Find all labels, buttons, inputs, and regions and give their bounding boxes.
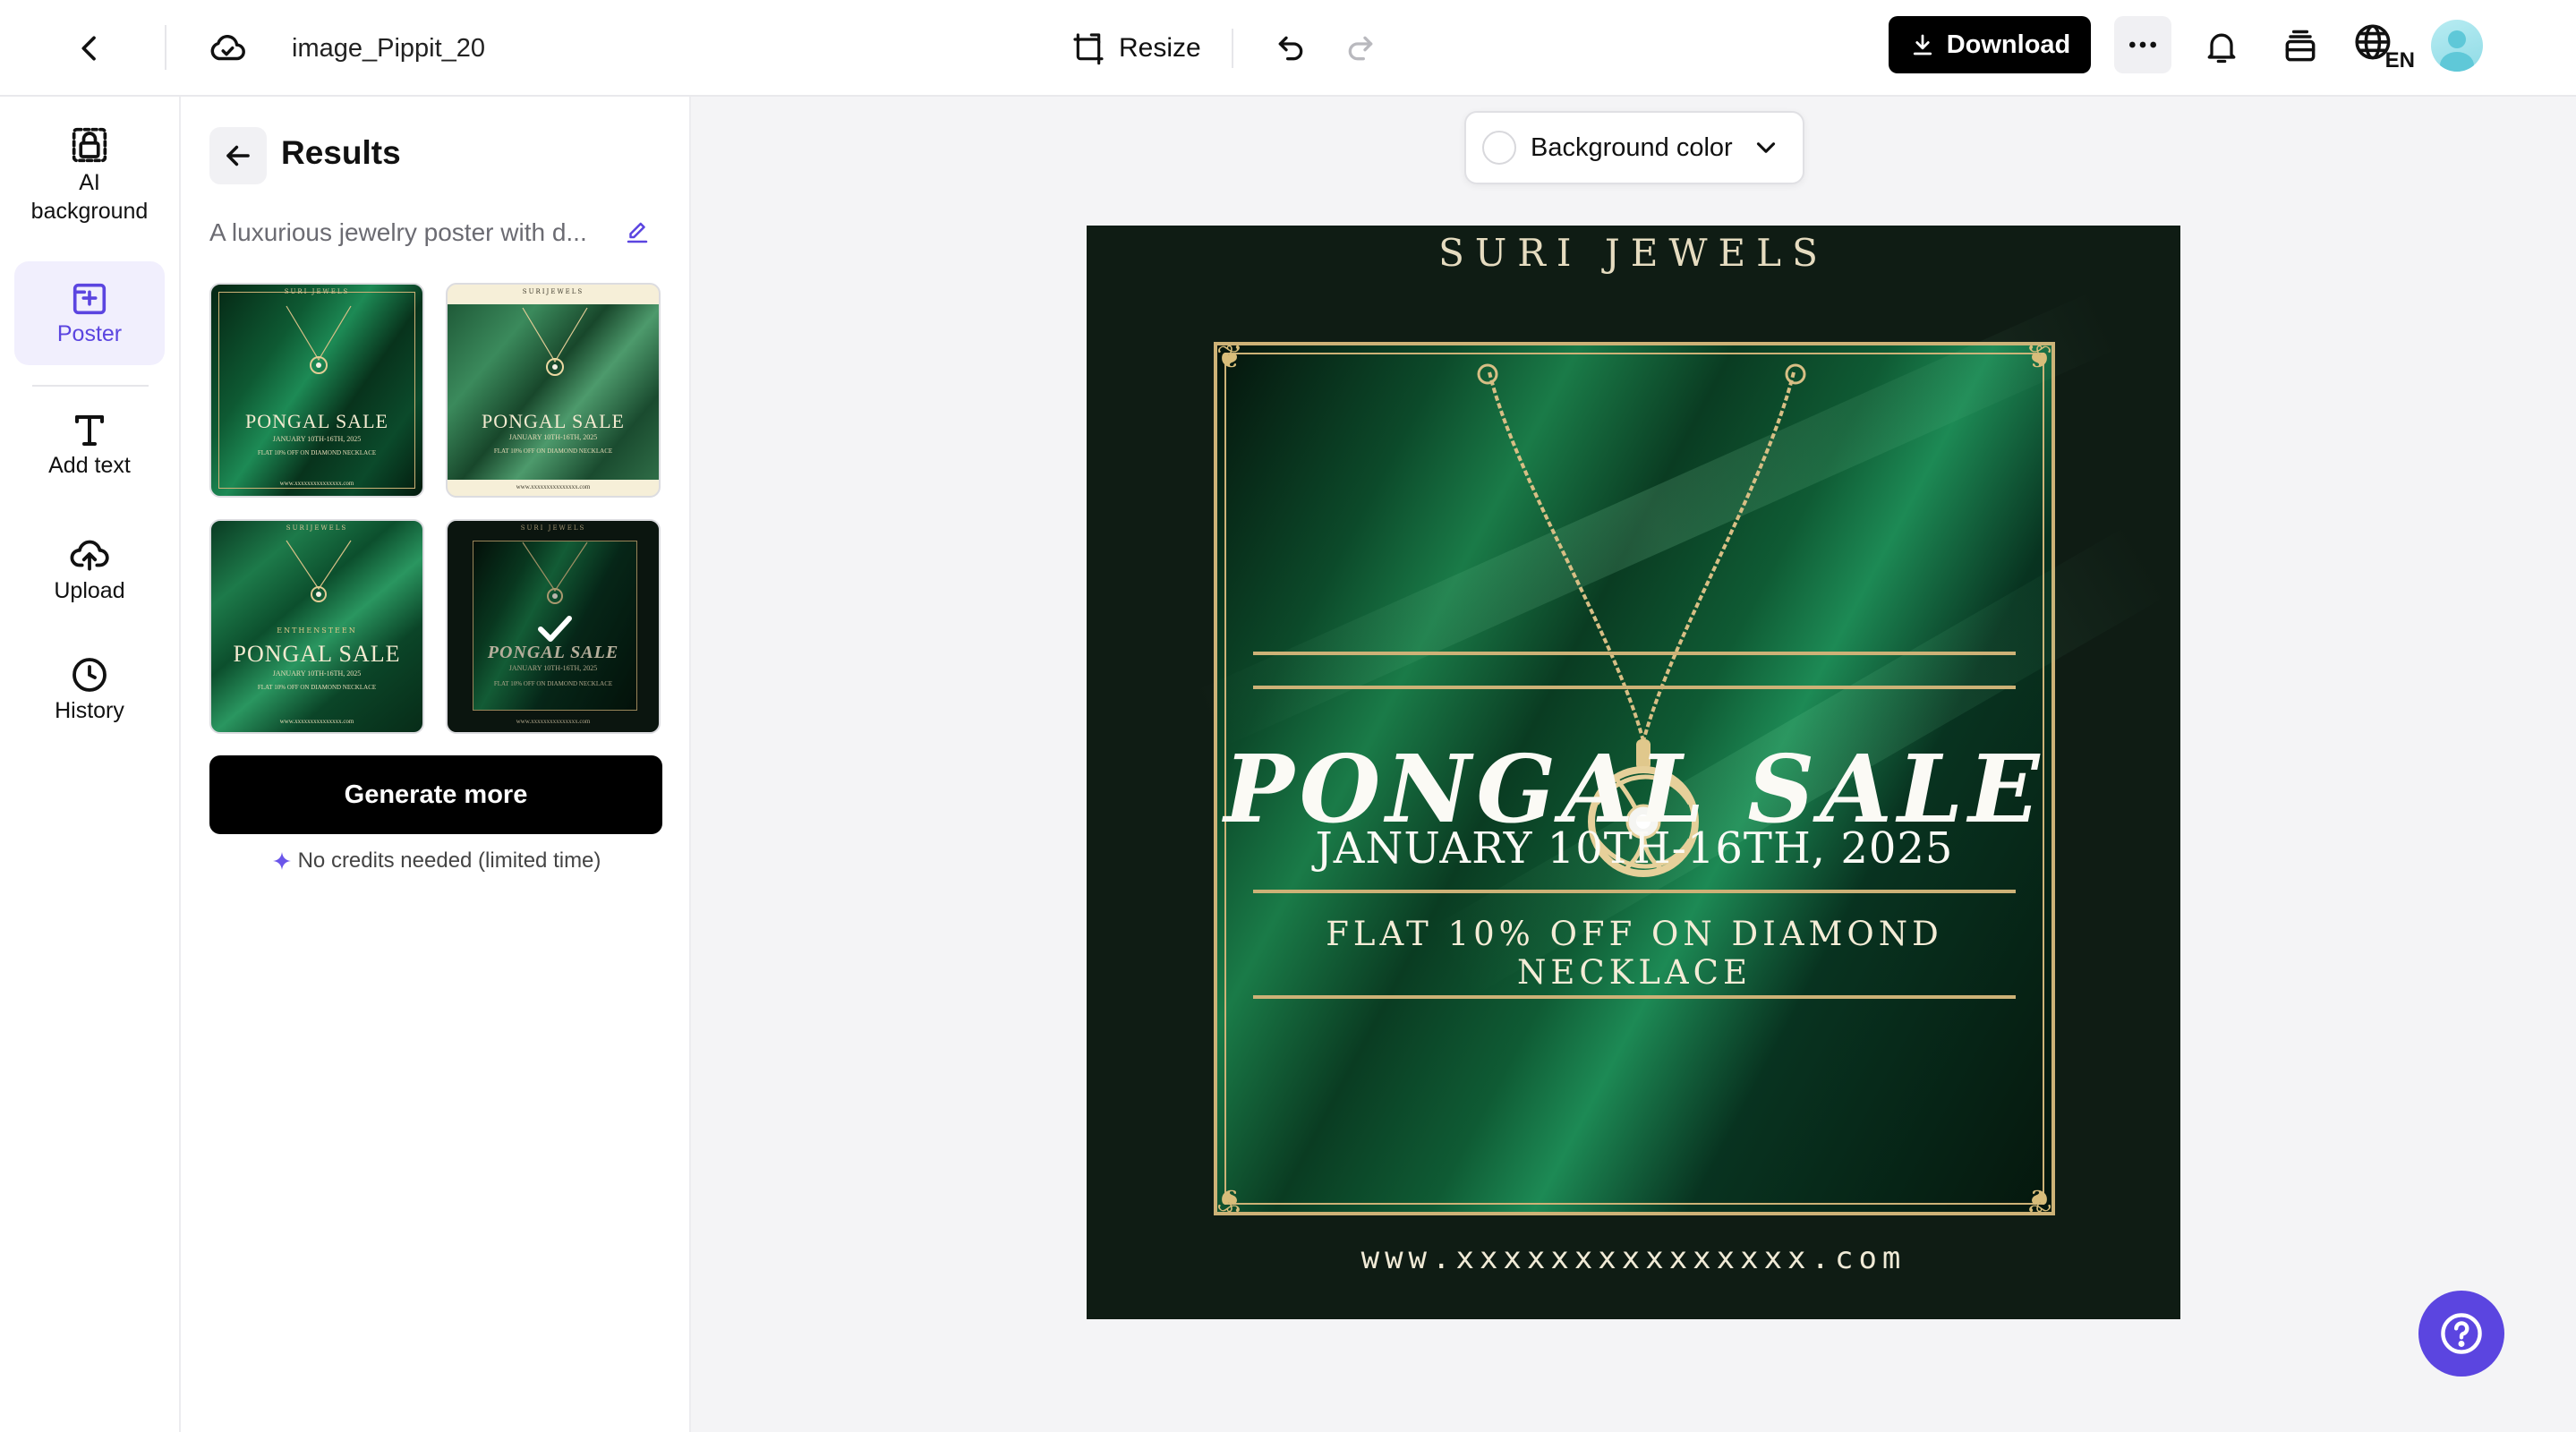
sparkle-icon [272, 852, 291, 870]
prompt-text[interactable]: A luxurious jewelry poster with d... [209, 213, 603, 252]
ornament-icon: ❦ [1215, 339, 1244, 376]
more-horizontal-icon [2129, 41, 2156, 48]
more-options-button[interactable] [2114, 16, 2171, 73]
download-icon [1913, 34, 1932, 55]
poster-offer[interactable]: FLAT 10% OFF ON DIAMOND NECKLACE [1214, 915, 2055, 992]
bell-icon [2207, 33, 2236, 64]
credits-note: No credits needed (limited time) [209, 848, 662, 874]
thumbnail-headline: PONGAL SALE [245, 410, 388, 432]
thumbnail-date: JANUARY 10TH-16TH, 2025 [272, 669, 362, 678]
background-color-swatch [1482, 131, 1516, 165]
edit-prompt-button[interactable] [619, 215, 655, 251]
rail-item-label: Add text [48, 453, 131, 478]
background-color-dropdown[interactable]: Background color [1464, 111, 1804, 184]
workspace-button[interactable] [2273, 20, 2327, 73]
results-back-button[interactable] [209, 127, 267, 184]
background-color-label: Background color [1531, 132, 1733, 162]
tool-rail: AI background Poster Add text Upload His… [0, 97, 181, 1432]
ornament-icon: ❦ [1215, 1181, 1244, 1218]
arrow-left-icon [226, 145, 250, 166]
rail-item-label: AI background [30, 170, 149, 224]
cloud-icon [210, 34, 245, 61]
thumbnail-url: www.xxxxxxxxxxxxxxx.com [279, 718, 354, 725]
pencil-icon [627, 222, 648, 243]
poster-brand[interactable]: SURI JEWELS [1087, 231, 2180, 275]
thumbnail-url: www.xxxxxxxxxxxxxxx.com [279, 480, 354, 487]
thumbnail-headline: PONGAL SALE [233, 641, 401, 667]
panel-title: Results [281, 134, 401, 171]
thumbnail-brand: SURIJEWELS [522, 288, 584, 295]
resize-label: Resize [1119, 33, 1201, 63]
thumbnail-brand: SURI JEWELS [284, 288, 350, 295]
result-thumbnail[interactable]: SURIJEWELS ENTHENSTEEN PONGAL SALE JANUA… [209, 519, 424, 734]
redo-button[interactable] [1334, 21, 1387, 75]
text-icon [75, 415, 104, 446]
rail-item-label: Upload [54, 578, 125, 603]
download-label: Download [1946, 30, 2071, 59]
back-button[interactable] [64, 23, 115, 73]
necklace-icon [286, 305, 352, 374]
thumbnail-brand: SURIJEWELS [286, 524, 348, 532]
necklace-pendant-image [1477, 363, 1806, 877]
download-button[interactable]: Download [1889, 16, 2091, 73]
chevron-left-icon [81, 36, 96, 61]
toolbar-divider [165, 25, 166, 70]
upload-cloud-icon [70, 540, 109, 571]
toolbar-divider [1232, 29, 1233, 68]
clock-icon [73, 658, 107, 692]
thumbnail-date: JANUARY 10TH-16TH, 2025 [272, 435, 362, 443]
ornament-icon: ❦ [2025, 339, 2053, 376]
question-icon [2441, 1313, 2482, 1354]
rail-divider [32, 385, 149, 387]
poster-divider [1253, 652, 2016, 655]
thumbnail-headline: PONGAL SALE [482, 410, 625, 432]
ai-background-icon [72, 127, 107, 163]
rail-item-poster[interactable]: Poster [14, 261, 165, 365]
undo-button[interactable] [1264, 21, 1318, 75]
redo-icon [1348, 36, 1373, 61]
poster-divider [1253, 686, 2016, 689]
ornament-icon: ❦ [2025, 1181, 2053, 1218]
thumbnail-tag: ENTHENSTEEN [277, 626, 357, 635]
poster-canvas[interactable]: SURI JEWELS ❦ ❦ ❦ ❦ PONGAL SALE JANUARY … [1087, 226, 2180, 1319]
thumbnail-offer: FLAT 10% OFF ON DIAMOND NECKLACE [257, 684, 377, 691]
chevron-down-icon [1756, 142, 1775, 153]
poster-date[interactable]: JANUARY 10TH-16TH, 2025 [1214, 823, 2055, 874]
necklace-icon [286, 540, 352, 602]
necklace-icon [522, 307, 588, 376]
resize-icon [1073, 33, 1104, 65]
notifications-button[interactable] [2195, 20, 2248, 73]
language-button[interactable]: EN [2352, 18, 2415, 75]
rail-item-label: History [55, 698, 124, 723]
poster-divider [1253, 995, 2016, 999]
rail-item-label: Poster [56, 321, 123, 346]
undo-icon [1278, 36, 1303, 61]
rail-item-upload[interactable]: Upload [14, 532, 165, 628]
rail-item-add-text[interactable]: Add text [14, 408, 165, 505]
result-thumbnail-selected[interactable]: SURI JEWELS PONGAL SALE JANUARY 10TH-16T… [446, 519, 661, 734]
rail-item-history[interactable]: History [14, 653, 165, 750]
thumbnail-offer: FLAT 10% OFF ON DIAMOND NECKLACE [493, 448, 613, 455]
thumbnail-date: JANUARY 10TH-16TH, 2025 [508, 433, 598, 441]
rail-item-ai-background[interactable]: AI background [14, 122, 165, 238]
poster-icon [73, 283, 107, 315]
credits-text: No credits needed (limited time) [297, 848, 601, 873]
checkmark-icon [538, 616, 572, 642]
language-code: EN [2384, 48, 2415, 72]
result-thumbnail[interactable]: SURIJEWELS PONGAL SALE JANUARY 10TH-16TH… [446, 283, 661, 498]
avatar[interactable] [2431, 20, 2483, 72]
poster-divider [1253, 890, 2016, 893]
stack-icon [2285, 30, 2316, 62]
resize-button[interactable]: Resize [1070, 21, 1201, 75]
file-name[interactable]: image_Pippit_20 [292, 29, 485, 68]
generate-more-button[interactable]: Generate more [209, 755, 662, 834]
poster-url[interactable]: www.xxxxxxxxxxxxxxx.com [1087, 1240, 2180, 1276]
result-thumbnail[interactable]: SURI JEWELS PONGAL SALE JANUARY 10TH-16T… [209, 283, 424, 498]
help-button[interactable] [2418, 1291, 2504, 1377]
thumbnail-url: www.xxxxxxxxxxxxxxx.com [516, 483, 591, 490]
thumbnail-offer: FLAT 10% OFF ON DIAMOND NECKLACE [257, 449, 377, 456]
top-bar: image_Pippit_20 Resize Download EN [0, 0, 2576, 97]
cloud-save-button[interactable] [202, 23, 252, 73]
results-panel: Results A luxurious jewelry poster with … [181, 97, 691, 1432]
